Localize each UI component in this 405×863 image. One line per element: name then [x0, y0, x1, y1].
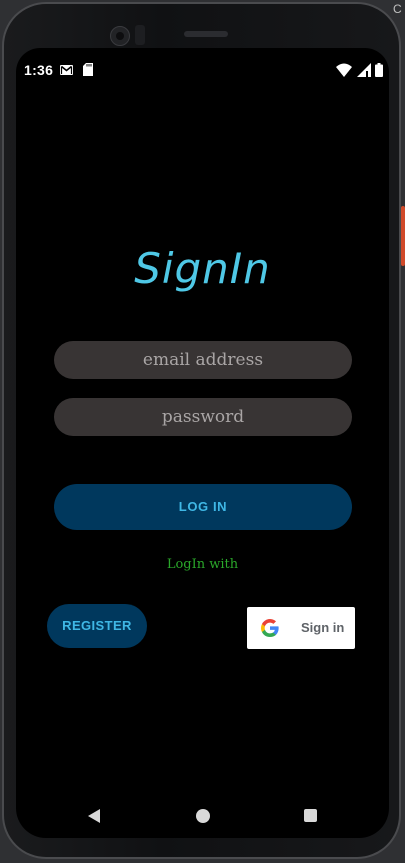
- google-sign-in-label: Sign in: [301, 620, 345, 635]
- navigation-bar: [16, 802, 389, 830]
- status-time: 1:36: [24, 62, 54, 78]
- google-logo-icon: [261, 619, 279, 637]
- email-field[interactable]: [54, 341, 352, 379]
- login-with-label: LogIn with: [166, 557, 239, 572]
- earpiece-speaker: [184, 31, 228, 37]
- page-title: SignIn: [134, 244, 271, 293]
- login-button[interactable]: LOG IN: [54, 484, 352, 530]
- wifi-icon: [336, 63, 353, 77]
- proximity-sensor: [135, 25, 145, 45]
- back-icon[interactable]: [86, 808, 102, 824]
- gmail-icon: [60, 65, 73, 75]
- phone-screen: 1:36 SignIn email address LOG IN LogIn w…: [16, 48, 389, 838]
- home-icon[interactable]: [196, 809, 210, 823]
- battery-icon: [375, 63, 383, 77]
- google-sign-in-button[interactable]: Sign in: [247, 607, 355, 649]
- password-field[interactable]: [54, 398, 352, 436]
- status-icons: [336, 63, 383, 79]
- signal-icon: [356, 63, 371, 77]
- front-camera: [110, 26, 130, 46]
- register-button[interactable]: REGISTER: [47, 604, 147, 648]
- status-bar: 1:36: [16, 60, 389, 82]
- recents-icon[interactable]: [304, 809, 317, 822]
- power-button: [401, 206, 405, 266]
- sd-card-icon: [83, 63, 93, 76]
- edge-text: C: [393, 2, 402, 16]
